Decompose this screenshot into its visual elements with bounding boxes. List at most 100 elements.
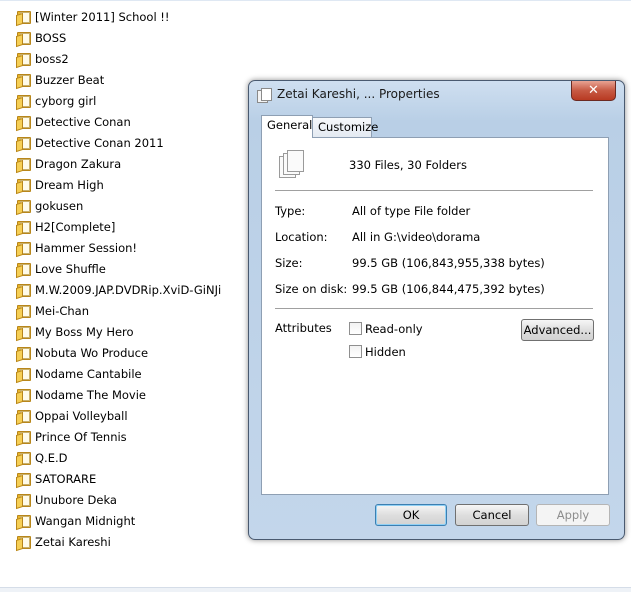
folder-icon: [16, 409, 31, 425]
location-label: Location:: [275, 230, 328, 244]
folder-label: Detective Conan 2011: [35, 135, 164, 150]
folder-label: Dream High: [35, 177, 104, 192]
folder-item[interactable]: Buzzer Beat: [16, 69, 221, 90]
folder-label: Mei-Chan: [35, 303, 89, 318]
folder-item[interactable]: My Boss My Hero: [16, 321, 221, 342]
folder-label: Oppai Volleyball: [35, 408, 128, 423]
folder-icon: [16, 115, 31, 131]
folder-icon: [16, 451, 31, 467]
folder-label: [Winter 2011] School !!: [35, 9, 170, 24]
folder-icon: [16, 52, 31, 68]
folder-icon: [16, 73, 31, 89]
folder-item[interactable]: Q.E.D: [16, 447, 221, 468]
folder-item[interactable]: Wangan Midnight: [16, 510, 221, 531]
general-tab-panel: 330 Files, 30 Folders Type: All of type …: [261, 137, 609, 495]
folder-label: H2[Complete]: [35, 219, 116, 234]
folder-icon: [16, 346, 31, 362]
folder-item[interactable]: gokusen: [16, 195, 221, 216]
folder-label: Nodame The Movie: [35, 387, 146, 402]
separator: [275, 308, 593, 309]
folder-item[interactable]: H2[Complete]: [16, 216, 221, 237]
folder-item[interactable]: Detective Conan: [16, 111, 221, 132]
folder-icon: [16, 10, 31, 26]
folder-label: Detective Conan: [35, 114, 131, 129]
apply-button: Apply: [536, 504, 610, 526]
folder-label: Unubore Deka: [35, 492, 117, 507]
folder-item[interactable]: Love Shuffle: [16, 258, 221, 279]
tab-customize[interactable]: Customize: [312, 117, 378, 138]
hidden-label: Hidden: [365, 345, 406, 359]
folder-item[interactable]: cyborg girl: [16, 90, 221, 111]
folder-label: BOSS: [35, 30, 67, 45]
folder-label: Prince Of Tennis: [35, 429, 127, 444]
folder-item[interactable]: SATORARE: [16, 468, 221, 489]
close-icon: ✕: [588, 83, 599, 98]
folder-icon: [16, 388, 31, 404]
folder-icon: [16, 514, 31, 530]
folder-item[interactable]: Nodame The Movie: [16, 384, 221, 405]
top-divider: [0, 0, 631, 1]
size-label: Size:: [275, 256, 303, 270]
folder-label: My Boss My Hero: [35, 324, 134, 339]
folder-label: Q.E.D: [35, 450, 68, 465]
size-on-disk-label: Size on disk:: [275, 282, 348, 296]
properties-icon: [257, 88, 272, 103]
folder-item[interactable]: Prince Of Tennis: [16, 426, 221, 447]
folder-item[interactable]: Dragon Zakura: [16, 153, 221, 174]
folder-label: M.W.2009.JAP.DVDRip.XviD-GiNJi: [35, 282, 222, 297]
folder-item[interactable]: Zetai Kareshi: [16, 531, 221, 552]
folder-item[interactable]: Mei-Chan: [16, 300, 221, 321]
cancel-button[interactable]: Cancel: [455, 504, 529, 526]
readonly-label: Read-only: [365, 322, 423, 336]
multiple-files-icon: [279, 150, 305, 180]
advanced-button[interactable]: Advanced...: [521, 319, 594, 341]
folder-icon: [16, 31, 31, 47]
ok-button[interactable]: OK: [375, 504, 447, 526]
folder-item[interactable]: [Winter 2011] School !!: [16, 6, 221, 27]
type-value: All of type File folder: [352, 204, 471, 218]
folder-item[interactable]: Nobuta Wo Produce: [16, 342, 221, 363]
tab-general[interactable]: General: [261, 115, 313, 138]
folder-label: boss2: [35, 51, 69, 66]
folder-label: Dragon Zakura: [35, 156, 122, 171]
hidden-checkbox[interactable]: [349, 345, 362, 358]
folder-label: SATORARE: [35, 471, 97, 486]
folder-icon: [16, 136, 31, 152]
folder-icon: [16, 367, 31, 383]
folder-label: cyborg girl: [35, 93, 97, 108]
folder-item[interactable]: Dream High: [16, 174, 221, 195]
attributes-label: Attributes: [275, 321, 332, 335]
folder-item[interactable]: Hammer Session!: [16, 237, 221, 258]
folder-item[interactable]: boss2: [16, 48, 221, 69]
separator: [275, 190, 593, 191]
folder-icon: [16, 241, 31, 257]
folder-label: Love Shuffle: [35, 261, 106, 276]
properties-dialog: Zetai Kareshi, ... Properties ✕ General …: [248, 80, 625, 540]
type-label: Type:: [275, 204, 306, 218]
folder-item[interactable]: Detective Conan 2011: [16, 132, 221, 153]
readonly-checkbox[interactable]: [349, 322, 362, 335]
folder-item[interactable]: M.W.2009.JAP.DVDRip.XviD-GiNJi: [16, 279, 221, 300]
location-value: All in G:\video\dorama: [352, 230, 481, 244]
folder-icon: [16, 430, 31, 446]
folder-icon: [16, 220, 31, 236]
folder-icon: [16, 283, 31, 299]
size-on-disk-value: 99.5 GB (106,844,475,392 bytes): [352, 282, 545, 296]
folder-label: Nodame Cantabile: [35, 366, 142, 381]
folder-item[interactable]: Oppai Volleyball: [16, 405, 221, 426]
folder-icon: [16, 325, 31, 341]
folder-label: Hammer Session!: [35, 240, 138, 255]
folder-icon: [16, 94, 31, 110]
status-bar-edge: [0, 587, 631, 592]
folder-label: Buzzer Beat: [35, 72, 105, 87]
folder-item[interactable]: Nodame Cantabile: [16, 363, 221, 384]
folder-label: Nobuta Wo Produce: [35, 345, 149, 360]
folder-list: [Winter 2011] School !! BOSS boss2 Buzzer B…: [16, 6, 221, 552]
folder-item[interactable]: Unubore Deka: [16, 489, 221, 510]
close-button[interactable]: ✕: [571, 81, 616, 101]
folder-item[interactable]: BOSS: [16, 27, 221, 48]
folder-icon: [16, 535, 31, 551]
folder-label: Zetai Kareshi: [35, 534, 111, 549]
size-value: 99.5 GB (106,843,955,338 bytes): [352, 256, 545, 270]
dialog-title: Zetai Kareshi, ... Properties: [277, 87, 440, 101]
